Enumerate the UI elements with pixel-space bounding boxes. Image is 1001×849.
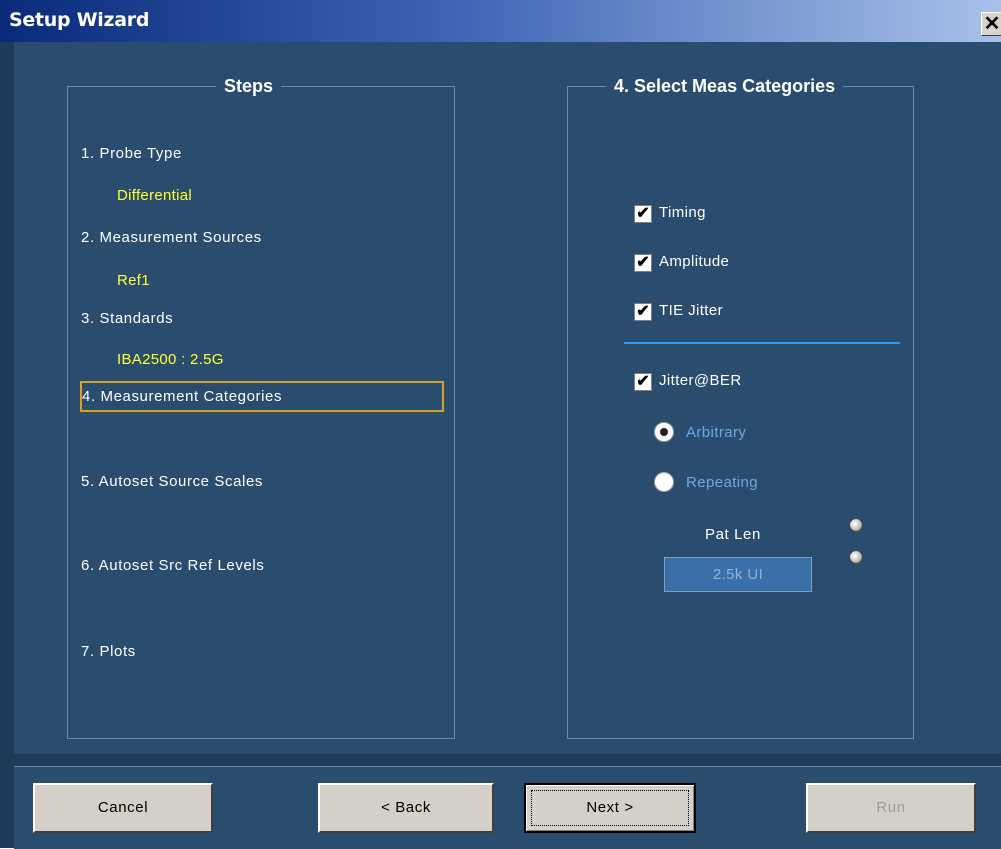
back-button[interactable]: < Back xyxy=(318,783,494,833)
amplitude-label: Amplitude xyxy=(659,253,730,270)
step-measurement-categories[interactable]: 4. Measurement Categories xyxy=(82,388,282,405)
focus-rectangle xyxy=(531,790,689,826)
step-measurement-sources[interactable]: 2. Measurement Sources xyxy=(81,229,262,246)
tie-jitter-checkbox[interactable]: ✔ xyxy=(634,303,652,321)
step-standards-value: IBA2500 : 2.5G xyxy=(117,351,224,368)
close-icon[interactable]: ✕ xyxy=(981,12,1001,36)
pat-len-input[interactable]: 2.5k UI xyxy=(664,557,812,592)
knob-a-icon xyxy=(849,518,863,532)
tie-jitter-label: TIE Jitter xyxy=(659,302,724,319)
left-edge xyxy=(0,42,14,848)
repeating-radio[interactable] xyxy=(654,472,674,492)
steps-legend: Steps xyxy=(224,76,274,96)
run-button: Run xyxy=(806,783,976,833)
arbitrary-radio[interactable] xyxy=(654,422,674,442)
repeating-label: Repeating xyxy=(686,474,758,491)
setup-wizard-window: Setup Wizard ✕ Steps 1. Probe Type Diffe… xyxy=(0,0,1001,849)
amplitude-checkbox[interactable]: ✔ xyxy=(634,254,652,272)
step-probe-type-value: Differential xyxy=(117,187,193,204)
meas-categories-group: 4. Select Meas Categories xyxy=(567,76,914,739)
step-standards[interactable]: 3. Standards xyxy=(81,310,173,327)
step-probe-type[interactable]: 1. Probe Type xyxy=(81,145,182,162)
title-bar: Setup Wizard ✕ xyxy=(0,0,1001,42)
jitter-at-ber-label: Jitter@BER xyxy=(659,372,742,389)
next-button[interactable]: Next > xyxy=(524,783,696,833)
step-autoset-source-scales[interactable]: 5. Autoset Source Scales xyxy=(81,473,263,490)
jitter-at-ber-checkbox[interactable]: ✔ xyxy=(634,373,652,391)
cancel-button[interactable]: Cancel xyxy=(33,783,213,833)
timing-checkbox[interactable]: ✔ xyxy=(634,205,652,223)
step-autoset-src-ref-levels[interactable]: 6. Autoset Src Ref Levels xyxy=(81,557,264,574)
step-measurement-sources-value: Ref1 xyxy=(117,272,150,289)
timing-label: Timing xyxy=(659,204,706,221)
radio-selected-dot xyxy=(660,428,668,436)
separator-line xyxy=(624,342,900,344)
window-title: Setup Wizard xyxy=(9,9,150,31)
pat-len-label: Pat Len xyxy=(705,526,761,543)
body-footer-gap xyxy=(14,754,1001,766)
arbitrary-label: Arbitrary xyxy=(686,424,747,441)
step-plots[interactable]: 7. Plots xyxy=(81,643,136,660)
knob-b-icon xyxy=(849,550,863,564)
meas-categories-legend: 4. Select Meas Categories xyxy=(614,76,836,96)
